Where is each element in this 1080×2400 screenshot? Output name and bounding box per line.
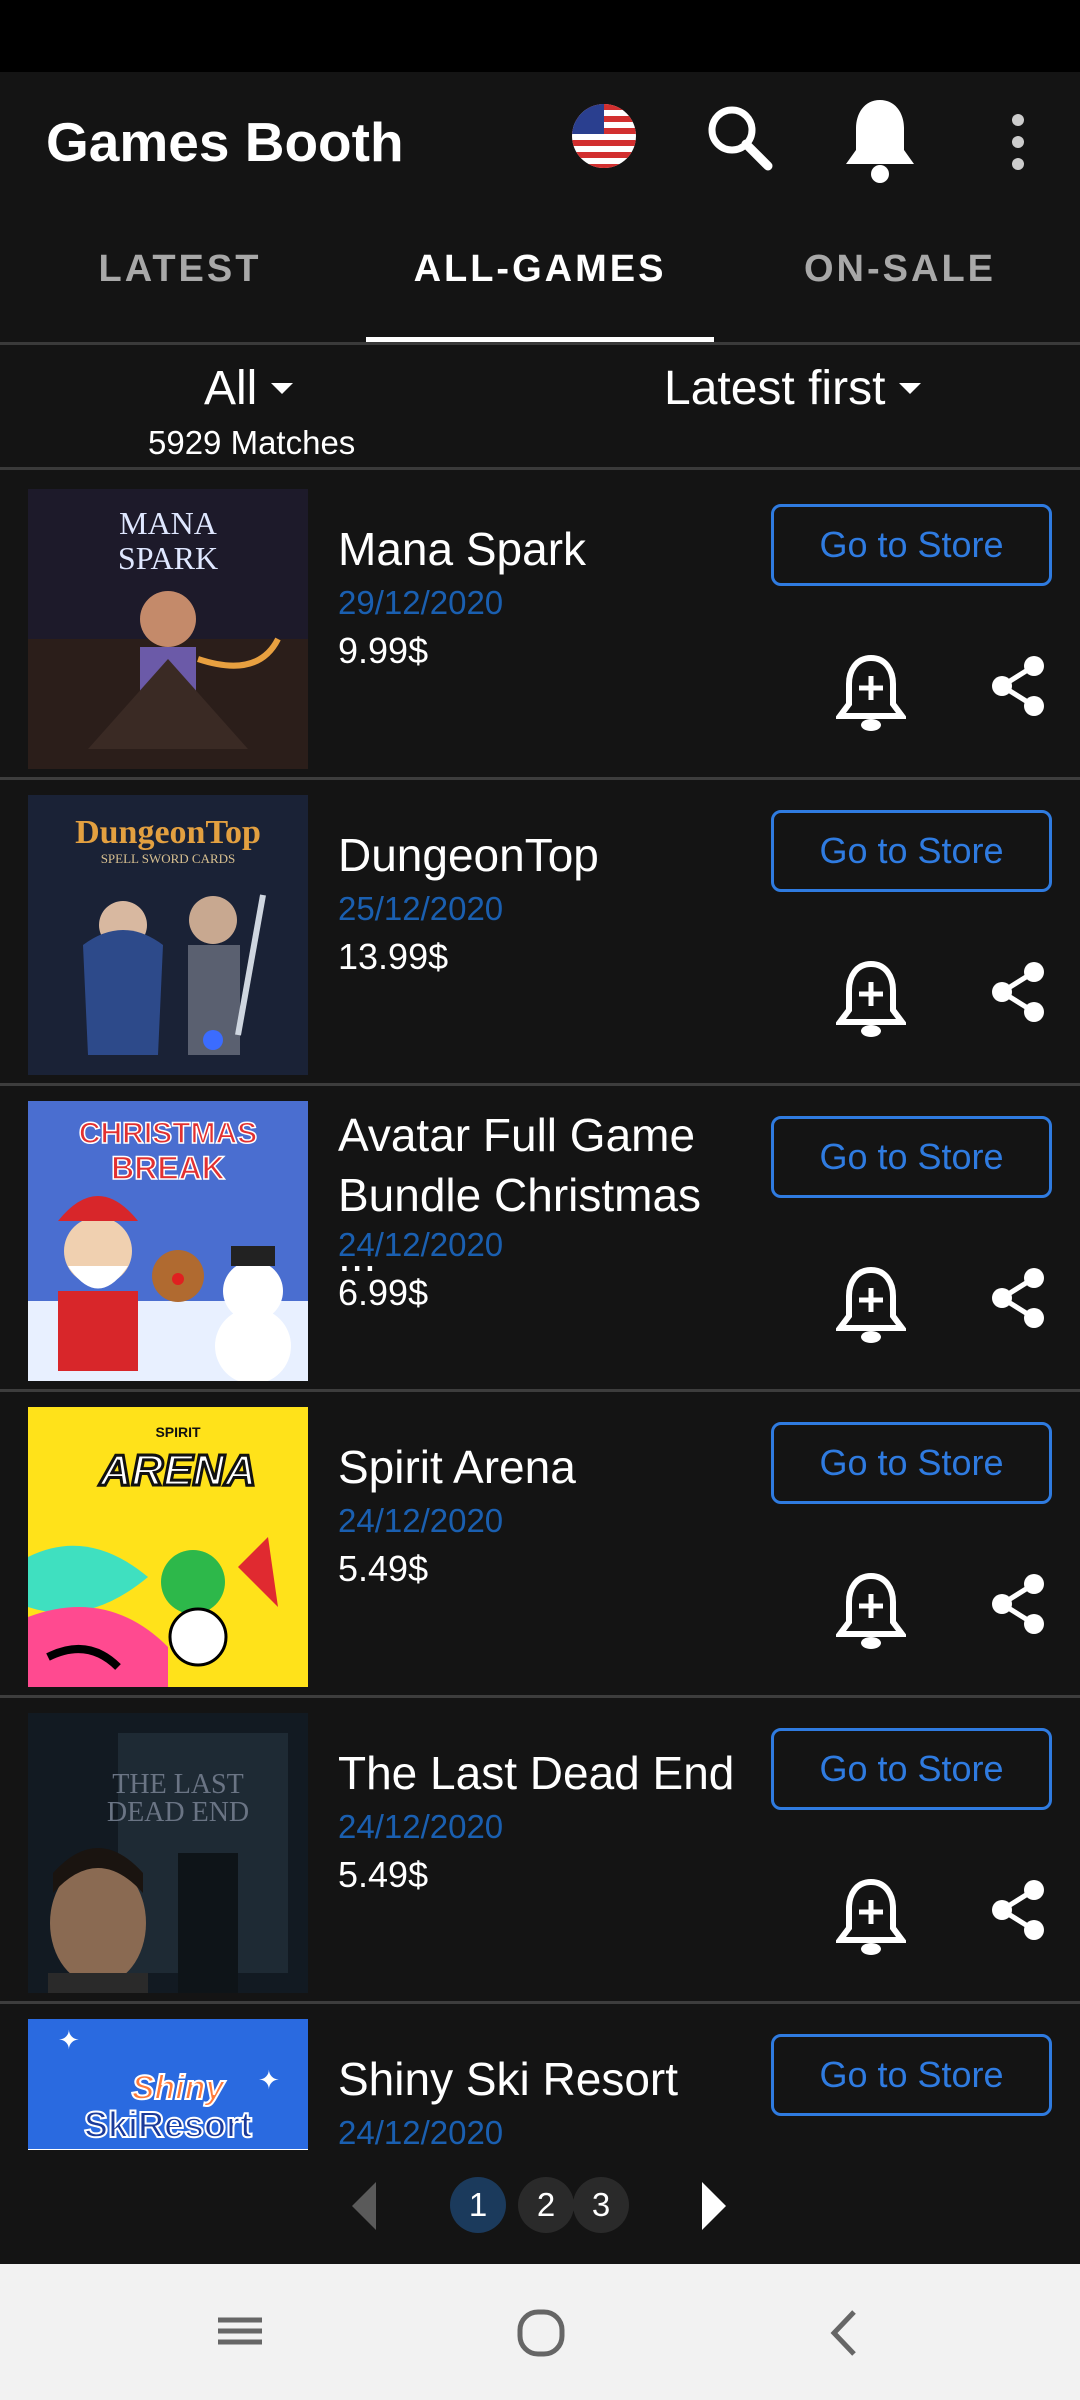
games-list: MANA SPARK Mana Spark 29/12/2020 9.99$ G… (0, 474, 1080, 2150)
status-bar (0, 0, 1080, 72)
tab-bar: LATEST ALL-GAMES ON-SALE (0, 205, 1080, 342)
game-date: 24/12/2020 (338, 2114, 504, 2150)
game-date: 24/12/2020 (338, 1808, 504, 1845)
bell-add-icon[interactable] (834, 654, 908, 739)
previous-page-icon[interactable] (352, 2182, 376, 2230)
thumb-title-line1: Shiny (132, 2069, 227, 2107)
filter-bar: All 5929 Matches Latest first (0, 345, 1080, 470)
chevron-down-icon (271, 383, 294, 394)
game-price: 5.49$ (338, 1548, 429, 1589)
game-price: 9.99$ (338, 630, 429, 671)
pagination: 1 2 3 (0, 2150, 1080, 2264)
sparkle-icon: ✦ (258, 2066, 280, 2096)
go-to-store-button[interactable]: Go to Store (771, 810, 1052, 892)
home-icon[interactable] (516, 2308, 566, 2363)
go-to-store-button[interactable]: Go to Store (771, 504, 1052, 586)
sort-dropdown-label: Latest first (664, 362, 886, 415)
system-nav-bar (0, 2264, 1080, 2400)
thumb-title-line1: THE LAST (112, 1769, 243, 1800)
game-row[interactable]: DungeonTop SPELL SWORD CARDS DungeonTop … (0, 780, 1080, 1086)
game-date: 29/12/2020 (338, 584, 504, 621)
thumb-title-line2: DEAD END (107, 1797, 249, 1828)
game-thumbnail[interactable]: ✦ ✦ Shiny SkiResort (28, 2019, 308, 2150)
tab-latest[interactable]: LATEST (0, 205, 360, 342)
page-1-button[interactable]: 1 (450, 2177, 506, 2233)
thumb-title: DungeonTop (75, 814, 261, 851)
game-thumbnail[interactable]: THE LAST DEAD END (28, 1713, 308, 1993)
app-title: Games Booth (46, 111, 404, 173)
game-price: 5.49$ (338, 1854, 429, 1895)
share-icon[interactable] (990, 1878, 1046, 1947)
game-date: 25/12/2020 (338, 890, 504, 927)
bell-add-icon[interactable] (834, 960, 908, 1045)
page-3-button[interactable]: 3 (573, 2177, 629, 2233)
game-date: 24/12/2020 (338, 1502, 504, 1539)
thumb-title-line1: MANA (119, 505, 217, 541)
thumb-subtitle: SPELL SWORD CARDS (101, 851, 236, 866)
back-icon[interactable] (826, 2308, 860, 2363)
next-page-icon[interactable] (702, 2182, 726, 2230)
game-thumbnail[interactable]: CHRISTMAS BREAK (28, 1101, 308, 1381)
game-thumbnail[interactable]: DungeonTop SPELL SWORD CARDS (28, 795, 308, 1075)
bell-add-icon[interactable] (834, 1266, 908, 1351)
thumb-title-line2: SPARK (118, 540, 218, 576)
go-to-store-button[interactable]: Go to Store (771, 1116, 1052, 1198)
share-icon[interactable] (990, 960, 1046, 1029)
chevron-down-icon (899, 383, 922, 394)
category-dropdown-label: All (204, 362, 258, 415)
game-row[interactable]: MANA SPARK Mana Spark 29/12/2020 9.99$ G… (0, 474, 1080, 780)
page-2-button[interactable]: 2 (518, 2177, 574, 2233)
thumb-title-line2: BREAK (111, 1150, 225, 1186)
share-icon[interactable] (990, 1266, 1046, 1335)
share-icon[interactable] (990, 654, 1046, 723)
game-thumbnail[interactable]: SPIRIT ARENA (28, 1407, 308, 1687)
game-price: 13.99$ (338, 936, 449, 977)
thumb-title: ARENA (99, 1446, 256, 1495)
go-to-store-button[interactable]: Go to Store (771, 1728, 1052, 1810)
game-title[interactable]: The Last Dead End (338, 1744, 738, 1804)
app-bar: Games Booth (0, 72, 1080, 205)
tab-all-games[interactable]: ALL-GAMES (360, 205, 720, 342)
game-title[interactable]: Mana Spark (338, 520, 738, 580)
game-title[interactable]: DungeonTop (338, 826, 738, 886)
share-icon[interactable] (990, 1572, 1046, 1641)
go-to-store-button[interactable]: Go to Store (771, 2034, 1052, 2116)
notifications-bell-icon[interactable] (842, 94, 918, 189)
more-options-icon[interactable] (1010, 112, 1026, 177)
game-thumbnail[interactable]: MANA SPARK (28, 489, 308, 769)
game-row[interactable]: ✦ ✦ Shiny SkiResort Shiny Ski Resort 24/… (0, 2004, 1080, 2150)
game-row[interactable]: THE LAST DEAD END The Last Dead End 24/1… (0, 1698, 1080, 2004)
sparkle-icon: ✦ (58, 2026, 80, 2056)
tab-on-sale[interactable]: ON-SALE (720, 205, 1080, 342)
us-flag-icon[interactable] (572, 104, 636, 173)
bell-add-icon[interactable] (834, 1572, 908, 1657)
game-price: 6.99$ (338, 1272, 429, 1313)
thumb-title-line2: SkiResort (84, 2104, 252, 2145)
search-icon[interactable] (704, 102, 774, 177)
thumb-title-line1: CHRISTMAS (79, 1117, 257, 1150)
recent-apps-icon[interactable] (216, 2314, 264, 2353)
go-to-store-button[interactable]: Go to Store (771, 1422, 1052, 1504)
bell-add-icon[interactable] (834, 1878, 908, 1963)
game-title[interactable]: Spirit Arena (338, 1438, 738, 1498)
category-dropdown[interactable]: All (204, 361, 294, 416)
game-date: 24/12/2020 (338, 1226, 504, 1263)
game-row[interactable]: SPIRIT ARENA Spirit Arena 24/12/2020 5.4… (0, 1392, 1080, 1698)
game-title[interactable]: Shiny Ski Resort (338, 2050, 738, 2110)
thumb-subtitle: SPIRIT (155, 1424, 201, 1440)
matches-count: 5929 Matches (148, 424, 356, 461)
game-row[interactable]: CHRISTMAS BREAK Avatar Full Game Bundle … (0, 1086, 1080, 1392)
sort-dropdown[interactable]: Latest first (664, 361, 922, 416)
